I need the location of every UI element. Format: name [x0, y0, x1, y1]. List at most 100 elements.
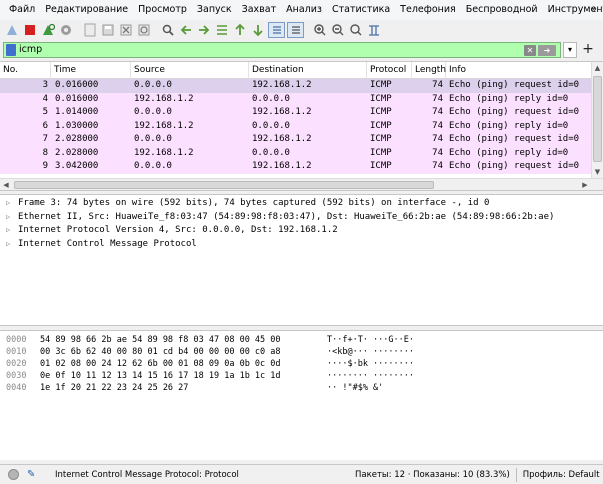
resize-columns-icon[interactable]: [366, 22, 382, 38]
cell-time: 1.030000: [55, 120, 99, 131]
column-header-no[interactable]: No.: [0, 62, 51, 79]
go-first-icon[interactable]: [232, 22, 248, 38]
open-icon[interactable]: [82, 22, 98, 38]
menu-view[interactable]: Просмотр: [133, 0, 192, 20]
column-header-length[interactable]: Length: [412, 62, 446, 79]
bytes-row: 0000 54 89 98 66 2b ae 54 89 98 f8 03 47 …: [6, 335, 414, 345]
autoscroll-icon[interactable]: [268, 22, 285, 38]
reload-icon[interactable]: [136, 22, 152, 38]
scroll-left-arrow-icon[interactable]: ◀: [0, 179, 12, 190]
packet-row[interactable]: 8 2.028000 192.168.1.2 0.0.0.0 ICMP 74 Echo (p…: [0, 146, 591, 160]
expand-arrow-icon[interactable]: ▷: [6, 211, 18, 225]
scroll-thumb[interactable]: [14, 181, 434, 189]
scroll-down-arrow-icon[interactable]: ▼: [592, 166, 603, 178]
options-icon[interactable]: [58, 22, 74, 38]
menu-overflow-chevron-icon[interactable]: »: [591, 0, 597, 20]
bytes-row: 0040 1e 1f 20 21 22 23 24 25 26 27 ·· !"#$…: [6, 383, 384, 393]
menu-go[interactable]: Запуск: [192, 0, 237, 20]
detail-row-ipv4[interactable]: ▷ Internet Protocol Version 4, Src: 0.0.0…: [0, 224, 603, 238]
cell-source: 192.168.1.2: [134, 120, 194, 131]
packet-list-rows: 3 0.016000 0.0.0.0 192.168.1.2 ICMP 74 Echo (p…: [0, 79, 591, 178]
zoom-normal-icon[interactable]: [348, 22, 364, 38]
packet-row[interactable]: 4 0.016000 192.168.1.2 0.0.0.0 ICMP 74 Echo (p…: [0, 92, 591, 106]
cell-source: 192.168.1.2: [134, 93, 194, 104]
menu-edit[interactable]: Редактирование: [40, 0, 133, 20]
packet-row[interactable]: 5 1.014000 0.0.0.0 192.168.1.2 ICMP 74 Echo (p…: [0, 106, 591, 120]
menu-capture[interactable]: Захват: [237, 0, 282, 20]
find-icon[interactable]: [160, 22, 176, 38]
menu-wireless[interactable]: Беспроводной: [461, 0, 543, 20]
save-icon[interactable]: [100, 22, 116, 38]
packet-list-horizontal-scrollbar[interactable]: ◀ ▶: [0, 178, 603, 190]
cell-time: 3.042000: [55, 161, 99, 171]
cell-no: 4: [42, 93, 48, 104]
packet-list-vertical-scrollbar[interactable]: ▲ ▼: [591, 62, 603, 178]
cell-no: 8: [42, 147, 48, 158]
menu-analyze[interactable]: Анализ: [281, 0, 327, 20]
expert-info-icon[interactable]: [8, 469, 19, 480]
go-to-packet-icon[interactable]: [214, 22, 230, 38]
column-header-source[interactable]: Source: [131, 62, 249, 79]
stop-icon[interactable]: [22, 22, 38, 38]
packet-row[interactable]: 9 3.042000 0.0.0.0 192.168.1.2 ICMP 74 Echo (p…: [0, 160, 591, 174]
expand-arrow-icon[interactable]: ▷: [6, 197, 18, 211]
packet-row[interactable]: 7 2.028000 0.0.0.0 192.168.1.2 ICMP 74 Echo (p…: [0, 133, 591, 147]
cell-length: 74: [432, 107, 443, 117]
status-divider: [515, 467, 517, 482]
packet-row[interactable]: 3 0.016000 0.0.0.0 192.168.1.2 ICMP 74 Echo (p…: [0, 79, 591, 93]
cell-info: Echo (ping) request id=0: [449, 80, 580, 90]
colorize-icon[interactable]: [287, 22, 304, 38]
expand-arrow-icon[interactable]: ▷: [6, 224, 18, 238]
column-header-info[interactable]: Info: [446, 62, 591, 79]
bytes-row: 0030 0e 0f 10 11 12 13 14 15 16 17 18 19 …: [6, 371, 414, 381]
zoom-in-icon[interactable]: [312, 22, 328, 38]
cell-source: 0.0.0.0: [134, 134, 172, 144]
apply-filter-arrow-icon[interactable]: ➜: [538, 44, 556, 56]
detail-row-frame[interactable]: ▷ Frame 3: 74 bytes on wire (592 bits), 7…: [0, 197, 603, 211]
packet-counts: Пакеты: 12 · Показаны: 10 (83.3%): [355, 469, 510, 480]
go-last-icon[interactable]: [250, 22, 266, 38]
cell-protocol: ICMP: [370, 120, 392, 131]
profile-switcher[interactable]: Профиль: Default: [523, 470, 600, 480]
cell-info: Echo (ping) request id=0: [449, 161, 580, 171]
expand-arrow-icon[interactable]: ▷: [6, 238, 18, 252]
cell-source: 0.0.0.0: [134, 107, 172, 117]
zoom-out-icon[interactable]: [330, 22, 346, 38]
menu-telephony[interactable]: Телефония: [395, 0, 461, 20]
cell-protocol: ICMP: [370, 93, 392, 104]
detail-row-icmp[interactable]: ▷ Internet Control Message Protocol: [0, 238, 603, 252]
cell-length: 74: [432, 120, 443, 131]
menu-statistics[interactable]: Статистика: [327, 0, 395, 20]
bookmark-icon[interactable]: [6, 43, 16, 56]
cell-protocol: ICMP: [370, 80, 392, 90]
packet-row[interactable]: 6 1.030000 192.168.1.2 0.0.0.0 ICMP 74 Echo (p…: [0, 119, 591, 133]
capture-comment-pencil-icon[interactable]: ✎: [27, 469, 39, 481]
cell-length: 74: [432, 147, 443, 158]
column-header-time[interactable]: Time: [51, 62, 131, 79]
cell-length: 74: [432, 93, 443, 104]
packet-list: No. Time Source Destination Protocol Len…: [0, 61, 603, 191]
scroll-up-arrow-icon[interactable]: ▲: [592, 62, 603, 74]
restart-icon[interactable]: [40, 22, 56, 38]
go-forward-icon[interactable]: [196, 22, 212, 38]
clear-filter-icon[interactable]: ✕: [524, 44, 536, 56]
menu-file[interactable]: Файл: [4, 0, 40, 20]
detail-row-ethernet[interactable]: ▷ Ethernet II, Src: HuaweiTe_f8:03:47 (54…: [0, 211, 603, 225]
cell-destination: 0.0.0.0: [252, 93, 290, 104]
cell-protocol: ICMP: [370, 134, 392, 144]
cell-info: Echo (ping) request id=0: [449, 134, 580, 144]
scroll-right-arrow-icon[interactable]: ▶: [579, 179, 591, 190]
cell-destination: 0.0.0.0: [252, 147, 290, 158]
scroll-thumb[interactable]: [593, 76, 602, 162]
cell-info: Echo (ping) request id=0: [449, 107, 580, 117]
column-header-destination[interactable]: Destination: [249, 62, 367, 79]
display-filter-bar: ✕ ➜ ▾ +: [3, 41, 600, 58]
close-file-icon[interactable]: [118, 22, 134, 38]
add-filter-button-plus-icon[interactable]: +: [581, 41, 595, 58]
go-back-icon[interactable]: [178, 22, 194, 38]
display-filter-input[interactable]: [19, 42, 560, 57]
filter-history-chevron-down-icon[interactable]: ▾: [563, 41, 577, 58]
cell-protocol: ICMP: [370, 107, 392, 117]
shark-fin-icon[interactable]: [4, 22, 20, 38]
column-header-protocol[interactable]: Protocol: [367, 62, 412, 79]
